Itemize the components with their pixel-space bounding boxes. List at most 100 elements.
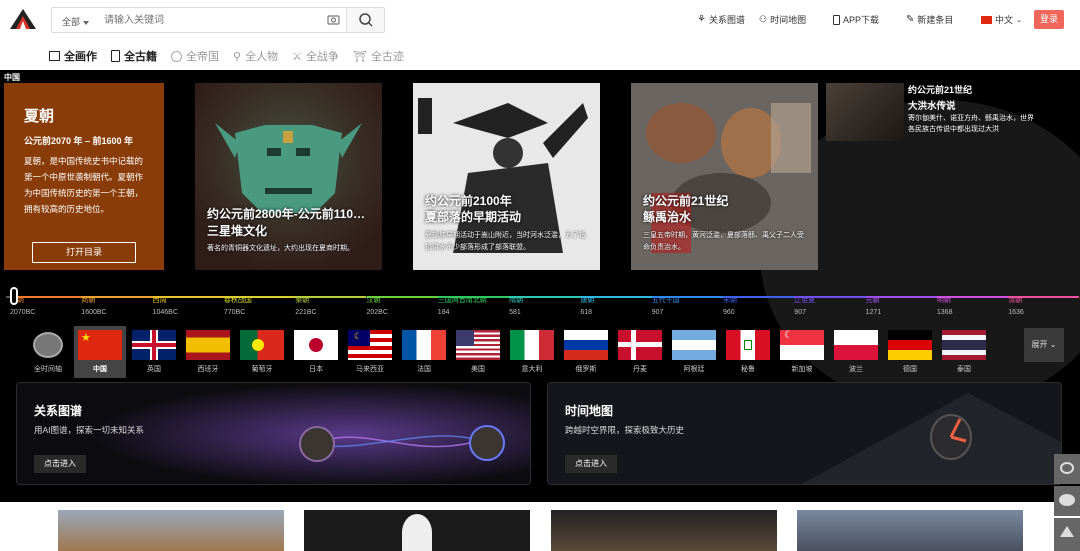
era-start-year: 1271 [865,309,882,316]
country-argentina[interactable]: 阿根廷 [668,326,720,378]
event-subtitle: 夏部落的早期活动 [425,210,522,224]
country-china[interactable]: ★ 中国 [74,326,126,378]
china-flag-icon: ★ [78,330,122,360]
feature-card-relation-graph[interactable]: 关系图谱 用AI图谱，探索一切未知关系 点击进入 [16,382,531,485]
event-card-xia-tribe[interactable]: 约公元前2100年 夏部落的早期活动 夏部族早期活动于嵩山附近，当时河水泛滥，为… [413,83,600,270]
back-to-top-button[interactable] [1054,518,1080,551]
timeline-slider-handle[interactable] [10,287,18,305]
era-name: 宋朝 [723,297,737,304]
country-france[interactable]: 法国 [398,326,450,378]
wechat-share-button[interactable] [1054,486,1080,516]
weibo-share-button[interactable] [1054,454,1080,484]
country-russia[interactable]: 俄罗斯 [560,326,612,378]
era-start-year: 1636 [1008,309,1024,316]
country-japan[interactable]: 日本 [290,326,342,378]
login-button[interactable]: 登录 [1034,10,1064,29]
timeline-era[interactable]: 五代十国 907 [652,296,680,318]
globe-icon [171,50,182,62]
nav-app[interactable]: APP下载 [833,13,879,26]
open-catalog-button[interactable]: 打开目录 [32,242,136,263]
feature-card-time-map[interactable]: 时间地图 跨越时空界限，探索极致大历史 点击进入 [547,382,1062,485]
event-title: 约公元前2100年 [425,194,512,208]
dynasty-description: 夏朝，是中国传统史书中记载的第一个中原世袭制朝代。夏朝作为中国传统历史的第一个王… [24,156,144,214]
hero-section: 中国 夏朝 公元前2070 年 – 前1600 年 夏朝，是中国传统史书中记载的… [0,70,1080,502]
thumbnail-card[interactable] [58,510,284,551]
language-select[interactable]: 中文 ⌄ [981,13,1022,26]
region-label: 中国 [4,73,20,82]
country-italy[interactable]: 意大利 [506,326,558,378]
event-card-yu-flood[interactable]: 约公元前21世纪 鲧禹治水 三皇五帝时期，黄河泛滥，夏部落鲧、禹父子二人受命负责… [631,83,818,270]
singapore-flag-icon: ☾ [780,330,824,360]
country-peru[interactable]: 秘鲁 [722,326,774,378]
era-name: 清朝 [1008,297,1023,304]
timeline-era[interactable]: 隋朝 581 [509,296,523,318]
enter-button[interactable]: 点击进入 [34,455,86,473]
country-usa[interactable]: 美国 [452,326,504,378]
country-portugal[interactable]: 葡萄牙 [236,326,288,378]
timeline-era[interactable]: 宋朝 960 [723,296,737,318]
timeline-era[interactable]: 元朝 1271 [866,296,882,318]
tab-sites[interactable]: ⛩ 全古迹 [353,47,404,65]
tab-people[interactable]: ⚲ 全人物 [233,47,278,65]
country-spain[interactable]: 西班牙 [182,326,234,378]
thumbnail-card[interactable] [304,510,530,551]
timeline-era[interactable]: 三国两晋南北朝 184 [438,296,487,318]
timeline-era[interactable]: 明朝 1368 [937,296,953,318]
expand-countries-button[interactable]: 展开 ⌄ [1024,328,1064,362]
tab-empires[interactable]: 全帝国 [171,47,219,65]
era-name: 春秋战国 [223,297,252,304]
country-all-timeline[interactable]: 全时间轴 [22,326,74,378]
denmark-flag-icon [618,330,662,360]
event-title: 约公元前2800年-公元前110… [207,207,366,221]
tab-books[interactable]: 全古籍 [111,47,157,65]
country-denmark[interactable]: 丹麦 [614,326,666,378]
country-germany[interactable]: 德国 [884,326,936,378]
timeline-era[interactable]: 西周 1046BC [153,296,178,318]
search-button[interactable] [346,8,384,32]
era-name: 明朝 [936,297,951,304]
nav-timemap[interactable]: ⚇ 时间地图 [759,13,806,26]
timeline-era[interactable]: 汉朝 202BC [367,296,388,318]
logo-icon[interactable] [9,8,37,30]
era-start-year: 1368 [936,309,953,316]
nav-graph[interactable]: ⚘ 关系图谱 [697,13,745,26]
camera-icon[interactable] [327,14,340,25]
timeline-era[interactable]: 春秋战国 770BC [224,296,252,318]
germany-flag-icon [888,330,932,360]
chevron-down-icon: ⌄ [1049,340,1057,349]
timeline-era[interactable]: 唐朝 618 [580,296,594,318]
timeline-era[interactable]: 商朝 1600BC [81,296,106,318]
tab-wars[interactable]: ⚔ 全战争 [292,47,339,65]
globe-icon [26,330,70,360]
event-subtitle: 鲧禹治水 [643,210,692,224]
era-start-year: 907 [794,309,806,316]
japan-flag-icon [294,330,338,360]
search-input[interactable] [104,12,314,28]
country-singapore[interactable]: ☾ 新加坡 [776,326,828,378]
country-thailand[interactable]: 泰国 [938,326,990,378]
nav-new-entry[interactable]: ✎ 新建条目 [906,13,953,26]
country-uk[interactable]: 英国 [128,326,180,378]
argentina-flag-icon [672,330,716,360]
tab-paintings[interactable]: 全画作 [49,47,97,65]
country-poland[interactable]: 波兰 [830,326,882,378]
timeline-era[interactable]: 秦朝 221BC [295,296,316,318]
era-start-year: 618 [580,309,593,316]
country-malaysia[interactable]: ☾ 马来西亚 [344,326,396,378]
thailand-flag-icon [942,330,986,360]
malaysia-flag-icon: ☾ [348,330,392,360]
search-scope-select[interactable]: 全部 [62,15,89,28]
event-description: 寄尔伽美什、诺亚方舟、鲧禹治水，世界各民族古传说中都出现过大洪 [908,115,1034,133]
event-description: 三皇五帝时期，黄河泛滥，夏部落鲧、禹父子二人受命负责治水。 [643,232,804,251]
thumbnail-card[interactable] [797,510,1023,551]
timeline-era[interactable]: 辽金夏 907 [794,296,815,318]
thumbnail-card[interactable] [551,510,777,551]
enter-button[interactable]: 点击进入 [565,455,617,473]
category-tabs: 全画作 全古籍 全帝国 ⚲ 全人物 ⚔ 全战争 ⛩ 全古迹 [49,47,404,65]
event-card-flood-legend[interactable]: 约公元前21世纪 大洪水传说 寄尔伽美什、诺亚方舟、鲧禹治水，世界各民族古传说中… [826,83,1036,143]
event-card-sanxingdui[interactable]: 约公元前2800年-公元前110… 三星堆文化 著名的青铜器文化遗址，大约出现在… [195,83,382,270]
event-description: 夏部族早期活动于嵩山附近，当时河水泛滥，为了抵抗洪水不少部落形成了部落联盟。 [425,232,586,251]
event-date: 约公元前21世纪 [908,85,973,95]
country-selector: 全时间轴 ★ 中国 英国 西班牙 葡萄牙 日本 ☾ 马来西亚 法国 美国 意大利… [0,326,1080,381]
timeline-era[interactable]: 清朝 1636 [1008,296,1024,318]
